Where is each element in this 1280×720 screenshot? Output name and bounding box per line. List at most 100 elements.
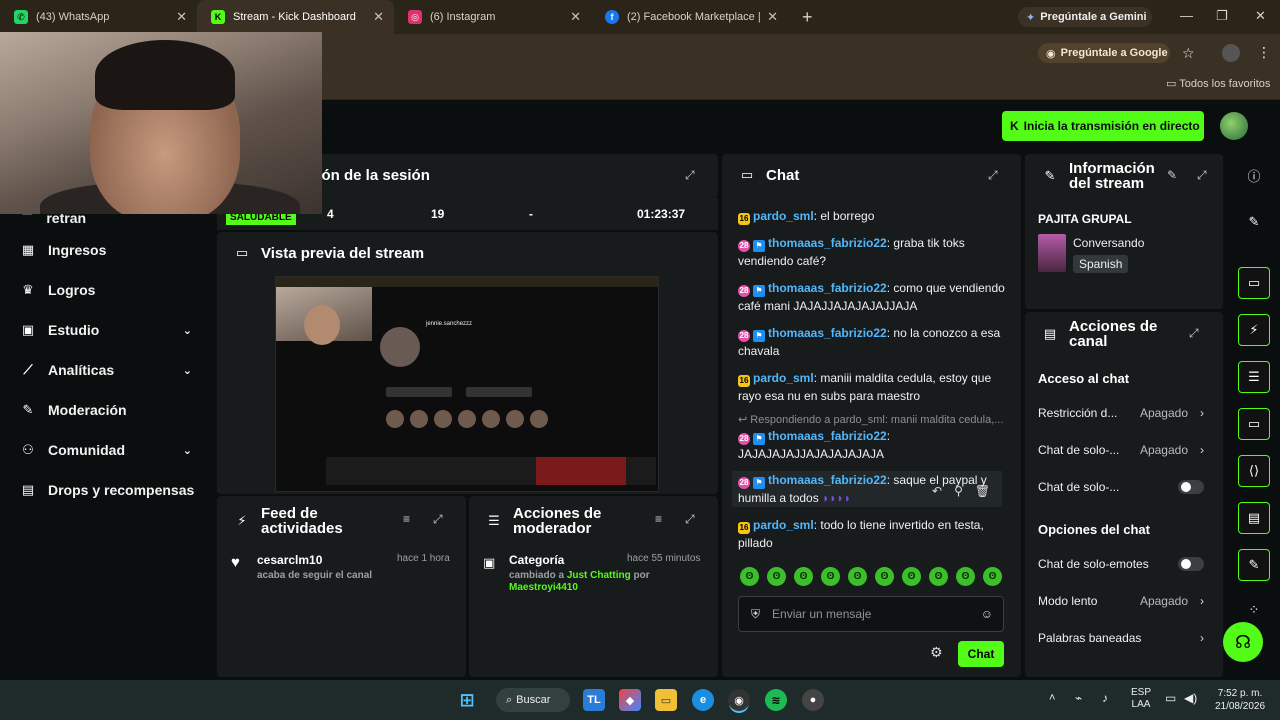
mod-category-link[interactable]: Just Chatting [567, 570, 631, 581]
clock[interactable]: 7:52 p. m. 21/08/2026 [1208, 687, 1272, 713]
expand-icon[interactable]: ⤢ [1189, 326, 1199, 341]
mic-icon[interactable]: ♪ [1102, 691, 1108, 705]
emote-icon[interactable]: ʘ [983, 567, 1002, 586]
chat-message[interactable]: 28 ⚑ thomaaas_fabrizio22: JAJAJAJAJJAJAJAJ… [738, 427, 1008, 463]
chat-message[interactable]: 28 ⚑ thomaaas_fabrizio22: como que vendien… [738, 279, 1008, 315]
toggle[interactable] [1178, 480, 1204, 494]
mod-user-link[interactable]: Maestroyi4410 [509, 582, 578, 593]
chat-message[interactable]: 28 ⚑ thomaaas_fabrizio22: graba tik toks v… [738, 234, 1008, 270]
close-icon[interactable]: ✕ [767, 9, 778, 25]
preview-rail-icon[interactable]: ▭ [1238, 267, 1270, 299]
toggle[interactable] [1178, 557, 1204, 571]
emote-icon[interactable]: ʘ [794, 567, 813, 586]
sidebar-item-ingresos[interactable]: ▦ Ingresos [20, 239, 200, 261]
chat-username[interactable]: thomaaas_fabrizio22 [768, 281, 887, 295]
slow-mode-row[interactable]: Modo lento Apagado › [1038, 591, 1210, 611]
teams-icon[interactable]: TL [583, 689, 605, 711]
filter-icon[interactable]: ≡ [403, 512, 410, 526]
edit-icon[interactable]: ✎ [1167, 168, 1177, 182]
edit-icon[interactable]: ✎ [1238, 206, 1270, 238]
help-icon[interactable]: ☊ [1223, 622, 1263, 662]
chat-username[interactable]: pardo_sml [753, 209, 814, 223]
reply-icon[interactable]: ↶ [932, 484, 942, 498]
chat-username[interactable]: thomaaas_fabrizio22 [768, 236, 887, 250]
emote-icon[interactable]: ʘ [740, 567, 759, 586]
all-favorites[interactable]: ▭ Todos los favoritos [1166, 77, 1270, 90]
chat-message[interactable]: 28 ⚑ thomaaas_fabrizio22: no la conozco a … [738, 324, 1008, 360]
maximize-icon[interactable]: ❐ [1216, 8, 1228, 24]
close-icon[interactable]: ✕ [176, 9, 187, 25]
emote-icon[interactable]: ʘ [929, 567, 948, 586]
chat-username[interactable]: pardo_sml [753, 518, 814, 532]
display-icon[interactable]: ▭ [1165, 691, 1176, 705]
list-icon[interactable]: ☰ [1238, 361, 1270, 393]
emote-icon[interactable]: ʘ [848, 567, 867, 586]
emoji-icon[interactable]: ☺ [981, 607, 993, 621]
file-explorer-icon[interactable]: ▭ [655, 689, 677, 711]
bookmark-star-icon[interactable]: ☆ [1182, 45, 1195, 62]
chat-username[interactable]: pardo_sml [753, 371, 814, 385]
emote-icon[interactable]: ʘ [767, 567, 786, 586]
chat-message[interactable]: 16 pardo_sml: maniii maldita cedula, esto… [738, 369, 1008, 405]
feed-user[interactable]: cesarclm10 [257, 553, 322, 567]
sidebar-item-estudio[interactable]: ▣ Estudio ⌄ [20, 319, 200, 341]
code-icon[interactable]: ⟨⟩ [1238, 455, 1270, 487]
edge-icon[interactable]: e [692, 689, 714, 711]
sidebar-item-logros[interactable]: ♛ Logros [20, 279, 200, 301]
chat-username[interactable]: thomaaas_fabrizio22 [768, 326, 887, 340]
actions-icon[interactable]: ▤ [1238, 502, 1270, 534]
chevron-up-icon[interactable]: ˄ [1049, 692, 1055, 704]
banned-words-row[interactable]: Palabras baneadas › [1038, 628, 1210, 648]
tab-kick-dashboard[interactable]: K Stream - Kick Dashboard ✕ [197, 0, 394, 34]
new-tab-icon[interactable]: + [802, 7, 813, 28]
sidebar-item-analiticas[interactable]: ⟋ Analíticas ⌄ [20, 359, 200, 381]
sidebar-item-comunidad[interactable]: ⚇ Comunidad ⌄ [20, 439, 200, 461]
pin-icon[interactable]: ⚲ [954, 484, 963, 498]
emote-icon[interactable]: ʘ [956, 567, 975, 586]
chat-message[interactable]: 16 pardo_sml: el borrego [738, 207, 1008, 225]
copilot-icon[interactable]: ◆ [619, 689, 641, 711]
info-icon[interactable]: ⓘ [1238, 159, 1270, 191]
wrench-icon[interactable]: ✎ [1238, 549, 1270, 581]
expand-icon[interactable]: ⤢ [685, 512, 695, 527]
avatar[interactable] [1220, 112, 1248, 140]
chat-only-row[interactable]: Chat de solo-... Apagado › [1038, 440, 1210, 460]
close-window-icon[interactable]: ✕ [1255, 8, 1266, 24]
close-icon[interactable]: ✕ [373, 9, 384, 25]
emote-icon[interactable]: ʘ [902, 567, 921, 586]
filter-icon[interactable]: ≡ [655, 512, 662, 526]
tab-facebook[interactable]: f (2) Facebook Marketplace | Fac ✕ [591, 0, 788, 34]
menu-icon[interactable]: ⋮ [1257, 44, 1271, 61]
chat-username[interactable]: thomaaas_fabrizio22 [768, 473, 887, 487]
tab-instagram[interactable]: ◎ (6) Instagram ✕ [394, 0, 591, 34]
taskbar-search[interactable]: ⌕ Buscar [496, 688, 570, 712]
sidebar-item-moderacion[interactable]: ✎ Moderación [20, 399, 200, 421]
chat-message[interactable]: 16 pardo_sml: todo lo tiene invertido en … [738, 516, 1008, 552]
obs-icon[interactable]: ● [802, 689, 824, 711]
go-live-button[interactable]: K Inicia la transmisión en directo [1002, 111, 1204, 141]
expand-icon[interactable]: ⤢ [685, 168, 695, 183]
profile-icon[interactable] [1222, 44, 1240, 62]
expand-icon[interactable]: ⤢ [1197, 168, 1207, 183]
tab-whatsapp[interactable]: ✆ (43) WhatsApp ✕ [0, 0, 197, 34]
gemini-button[interactable]: ✦ Pregúntale a Gemini [1018, 7, 1152, 27]
emote-icon[interactable]: ʘ [821, 567, 840, 586]
expand-icon[interactable]: ⤢ [988, 168, 998, 183]
emote-icon[interactable]: ʘ [875, 567, 894, 586]
windows-start-icon[interactable]: ⊞ [456, 689, 478, 711]
network-icon[interactable]: ⌁ [1075, 691, 1082, 705]
chat-input[interactable]: ⛨ Enviar un mensaje ☺ [738, 596, 1004, 632]
close-icon[interactable]: ✕ [570, 9, 581, 25]
stream-preview[interactable]: jennie.sanchezzz [275, 276, 659, 492]
expand-icon[interactable]: ⤢ [433, 512, 443, 527]
volume-icon[interactable]: ◀) [1184, 691, 1197, 705]
sidebar-item-drops[interactable]: ▤ Drops y recompensas [20, 479, 200, 501]
chat-username[interactable]: thomaaas_fabrizio22 [768, 429, 887, 443]
delete-icon[interactable]: 🗑 [975, 484, 990, 498]
language-indicator[interactable]: ESP LAA [1128, 687, 1154, 711]
settings-icon[interactable]: ⚙ [930, 644, 943, 661]
bolt-icon[interactable]: ⚡ [1238, 314, 1270, 346]
spotify-icon[interactable]: ≋ [765, 689, 787, 711]
restriction-row[interactable]: Restricción d... Apagado › [1038, 403, 1210, 423]
send-chat-button[interactable]: Chat [958, 641, 1004, 667]
